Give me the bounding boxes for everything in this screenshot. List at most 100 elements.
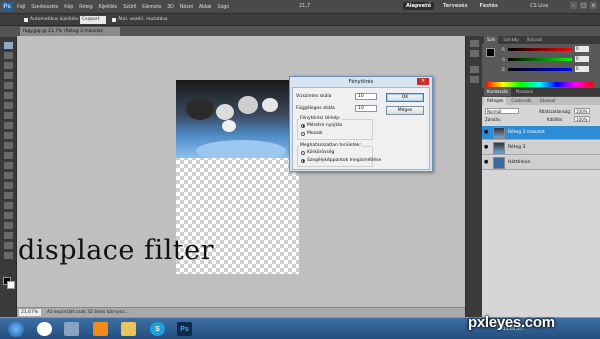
- opacity-input[interactable]: 100%: [574, 108, 590, 114]
- layer-name[interactable]: Réteg 3: [508, 145, 525, 150]
- panel-foreground-swatch[interactable]: [486, 48, 495, 57]
- crop-tool-icon[interactable]: [4, 82, 13, 89]
- actions-panel-icon[interactable]: [470, 50, 479, 57]
- visibility-eye-icon[interactable]: ●: [484, 130, 490, 135]
- eyedropper-tool-icon[interactable]: [4, 92, 13, 99]
- autoselect-checkbox[interactable]: [24, 18, 28, 22]
- document-tab[interactable]: fogy.jpg @ 21,7% (Réteg 3 másolat, RGB/8…: [20, 27, 120, 43]
- 3d-rotate-tool-icon[interactable]: [4, 222, 13, 229]
- layer-name[interactable]: Réteg 3 másolat: [508, 130, 545, 135]
- stretch-to-fit-radio[interactable]: [301, 123, 305, 128]
- minimize-icon[interactable]: –: [570, 2, 577, 9]
- green-bar[interactable]: [508, 58, 572, 61]
- workspace-essentials[interactable]: Alapvető: [403, 2, 435, 10]
- fill-input[interactable]: 100%: [574, 116, 590, 122]
- path-select-tool-icon[interactable]: [4, 202, 13, 209]
- quick-select-tool-icon[interactable]: [4, 72, 13, 79]
- red-value[interactable]: 0: [575, 46, 589, 52]
- tab-styles[interactable]: Stílusok: [524, 36, 546, 44]
- menu-file[interactable]: Fájl: [17, 4, 25, 10]
- skype-icon[interactable]: S: [150, 322, 165, 336]
- tile-option[interactable]: Mozaik: [301, 131, 323, 136]
- visibility-eye-icon[interactable]: ●: [484, 145, 490, 150]
- workspace-painting[interactable]: Festés: [477, 2, 501, 10]
- menu-select[interactable]: Kijelölés: [99, 4, 118, 10]
- autoselect-dropdown[interactable]: Csoport: [80, 16, 106, 24]
- move-tool-icon[interactable]: [4, 42, 13, 49]
- shape-tool-icon[interactable]: [4, 212, 13, 219]
- type-tool-icon[interactable]: [4, 192, 13, 199]
- vertical-scale-input[interactable]: 10: [355, 105, 377, 112]
- photoshop-taskbar-icon[interactable]: Ps: [177, 322, 192, 336]
- folder-icon[interactable]: [121, 322, 136, 336]
- clone-stamp-tool-icon[interactable]: [4, 122, 13, 129]
- green-value[interactable]: 0: [575, 56, 589, 62]
- cancel-button[interactable]: Mégse: [386, 106, 424, 115]
- explorer-window-icon[interactable]: [64, 322, 79, 336]
- hand-tool-icon[interactable]: [4, 242, 13, 249]
- character-panel-icon[interactable]: [470, 66, 479, 73]
- ok-button[interactable]: OK: [386, 93, 424, 102]
- menu-window[interactable]: Ablak: [199, 4, 212, 10]
- layer-row[interactable]: ● Háttérkon: [482, 156, 600, 170]
- chrome-icon[interactable]: [37, 322, 52, 336]
- menu-layer[interactable]: Réteg: [79, 4, 92, 10]
- maximize-icon[interactable]: □: [580, 2, 587, 9]
- visibility-eye-icon[interactable]: ●: [484, 160, 490, 165]
- layer-name[interactable]: Háttérkon: [508, 160, 530, 165]
- blue-value[interactable]: 0: [575, 66, 589, 72]
- cs-live-button[interactable]: CS Live: [530, 3, 548, 9]
- workspace-design[interactable]: Tervezés: [440, 2, 471, 10]
- wrap-around-option[interactable]: Körkörösség: [301, 150, 334, 155]
- healing-brush-tool-icon[interactable]: [4, 102, 13, 109]
- stretch-to-fit-option[interactable]: Méretre nyújtás: [301, 123, 342, 128]
- menu-filter[interactable]: Szűrő: [123, 4, 136, 10]
- tab-masks[interactable]: Maszkok: [513, 88, 536, 96]
- layer-row[interactable]: ● Réteg 3: [482, 141, 600, 155]
- menu-edit[interactable]: Szerkesztés: [31, 4, 58, 10]
- blue-bar[interactable]: [508, 68, 572, 71]
- repeat-edge-pixels-radio[interactable]: [301, 158, 305, 163]
- tab-adjustments[interactable]: Korrekciók: [484, 88, 511, 96]
- horizontal-scale-input[interactable]: 10: [355, 93, 377, 100]
- menu-help[interactable]: Súgó: [217, 4, 229, 10]
- close-icon[interactable]: ×: [590, 2, 597, 9]
- layer-row[interactable]: ● Réteg 3 másolat: [482, 126, 600, 140]
- wrap-around-radio[interactable]: [301, 150, 305, 155]
- menu-view[interactable]: Nézet: [180, 4, 193, 10]
- menu-image[interactable]: Kép: [64, 4, 73, 10]
- background-color-swatch[interactable]: [7, 281, 15, 289]
- history-brush-tool-icon[interactable]: [4, 132, 13, 139]
- lasso-tool-icon[interactable]: [4, 62, 13, 69]
- tab-layers[interactable]: Rétegek: [484, 97, 507, 105]
- green-slider[interactable]: G 0: [502, 56, 596, 62]
- blur-tool-icon[interactable]: [4, 162, 13, 169]
- zoom-tool-icon[interactable]: [4, 252, 13, 259]
- menu-3d[interactable]: 3D: [167, 4, 173, 10]
- blue-slider[interactable]: B 0: [502, 66, 596, 72]
- red-bar[interactable]: [508, 48, 572, 51]
- tab-channels[interactable]: Csatornák: [508, 97, 534, 105]
- dodge-tool-icon[interactable]: [4, 172, 13, 179]
- marquee-tool-icon[interactable]: [4, 52, 13, 59]
- red-slider[interactable]: R 0: [502, 46, 596, 52]
- paragraph-panel-icon[interactable]: [470, 76, 479, 83]
- dialog-close-button[interactable]: ×: [417, 78, 429, 85]
- color-spectrum-bar[interactable]: [485, 82, 593, 87]
- blend-mode-dropdown[interactable]: Normál: [485, 108, 519, 114]
- pen-tool-icon[interactable]: [4, 182, 13, 189]
- history-panel-icon[interactable]: [470, 40, 479, 47]
- 3d-camera-tool-icon[interactable]: [4, 232, 13, 239]
- tab-color[interactable]: Szín: [484, 36, 499, 44]
- brush-tool-icon[interactable]: [4, 112, 13, 119]
- repeat-edge-pixels-option[interactable]: Szegélyképpontok megismétlése: [301, 158, 381, 163]
- vlc-icon[interactable]: [93, 322, 108, 336]
- tab-paths[interactable]: Útvonal: [537, 97, 558, 105]
- transform-checkbox[interactable]: [112, 18, 116, 22]
- gradient-tool-icon[interactable]: [4, 152, 13, 159]
- zoom-level[interactable]: 21,7: [299, 3, 310, 9]
- tab-swatches[interactable]: Színkép: [500, 36, 521, 44]
- start-button-icon[interactable]: [8, 321, 24, 337]
- menu-analysis[interactable]: Elemzés: [142, 4, 161, 10]
- status-zoom-field[interactable]: 21,67%: [19, 309, 41, 316]
